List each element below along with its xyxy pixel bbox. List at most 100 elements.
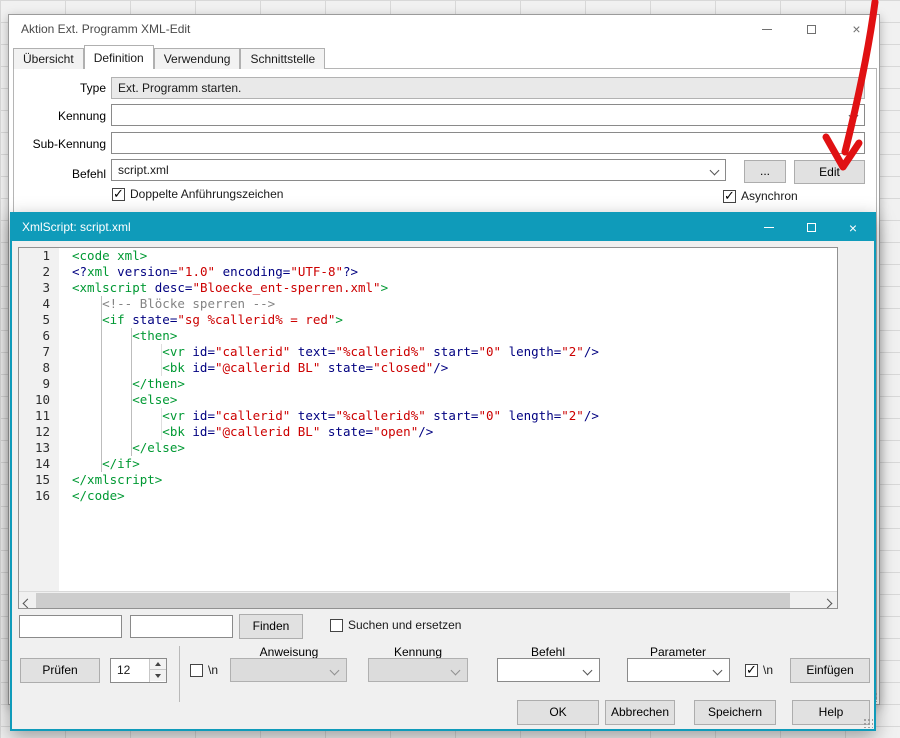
befehl-dropdown[interactable] [497,658,600,682]
line-number: 4 [19,296,59,312]
spinner-down-button[interactable] [150,670,166,681]
help-button[interactable]: Help [792,700,870,725]
line-number: 11 [19,408,59,424]
code-line: 7<vr id="callerid" text="%callerid%" sta… [19,344,837,360]
speichern-button[interactable]: Speichern [694,700,776,725]
chevron-down-icon [583,666,593,676]
indent-guide [72,424,162,440]
close-button[interactable]: × [834,15,879,43]
maximize-button[interactable] [790,214,832,241]
indent-guide [72,456,102,472]
befehl-dropdown-label: Befehl [488,645,608,659]
einfuegen-button[interactable]: Einfügen [790,658,870,683]
code-line: 4<!-- Blöcke sperren --> [19,296,837,312]
ok-button[interactable]: OK [517,700,599,725]
minimize-icon [762,29,772,30]
suchen-und-ersetzen-checkbox[interactable]: Suchen und ersetzen [330,618,461,632]
close-icon: × [852,22,860,36]
spinner-up-button[interactable] [150,659,166,670]
code-line: 13</else> [19,440,837,456]
code-line: 6<then> [19,328,837,344]
line-number: 5 [19,312,59,328]
checkbox-icon [330,619,343,632]
edit-button[interactable]: Edit [794,160,865,184]
tab-schnittstelle[interactable]: Schnittstelle [240,48,325,69]
checkbox-icon [190,664,203,677]
parameter-dropdown-label: Parameter [618,645,738,659]
code-area[interactable]: 1<code xml>2<?xml version="1.0" encoding… [19,248,837,590]
horizontal-scrollbar[interactable] [19,591,837,608]
kennung-combobox[interactable] [111,104,865,126]
code-line: 16</code> [19,488,837,504]
code-line: 8<bk id="@callerid BL" state="closed"/> [19,360,837,376]
line-number: 7 [19,344,59,360]
befehl-combobox[interactable]: script.xml [111,159,726,181]
maximize-button[interactable] [789,15,834,43]
line-number-spinner[interactable]: 12 [110,658,167,683]
indent-guide [72,360,162,376]
newline-right-checkbox[interactable]: \n [745,663,773,677]
scroll-right-icon[interactable] [823,599,833,609]
tab-übersicht[interactable]: Übersicht [13,48,84,69]
close-icon[interactable]: × [832,214,874,241]
xmlscript-editor-window: XmlScript: script.xml × 1<code xml>2<?xm… [10,212,876,731]
separator [179,646,180,702]
line-number: 2 [19,264,59,280]
line-number: 6 [19,328,59,344]
replace-input[interactable] [130,615,233,638]
kennung-dropdown-label: Kennung [358,645,478,659]
browse-button[interactable]: ... [744,160,786,183]
indent-guide [72,344,162,360]
sub-kennung-input[interactable] [111,132,865,154]
line-number: 14 [19,456,59,472]
newline-left-checkbox[interactable]: \n [190,663,218,677]
scrollbar-thumb[interactable] [36,593,790,608]
minimize-button[interactable] [748,214,790,241]
kennung-label: Kennung [19,109,106,123]
parameter-dropdown[interactable] [627,658,730,682]
indent-guide [72,392,132,408]
pruefen-button[interactable]: Prüfen [20,658,100,683]
abbrechen-button[interactable]: Abbrechen [605,700,675,725]
code-line: 1<code xml> [19,248,837,264]
line-number: 10 [19,392,59,408]
asynchron-checkbox[interactable]: Asynchron [723,189,798,203]
tab-strip: ÜbersichtDefinitionVerwendungSchnittstel… [13,45,325,69]
editor-titlebar[interactable]: XmlScript: script.xml × [12,214,874,241]
line-number: 8 [19,360,59,376]
search-input[interactable] [19,615,122,638]
code-line: 11<vr id="callerid" text="%callerid%" st… [19,408,837,424]
chevron-down-icon [710,166,720,176]
anweisung-dropdown[interactable] [230,658,347,682]
indent-guide [72,440,132,456]
tab-definition[interactable]: Definition [84,45,154,69]
minimize-button[interactable] [744,15,789,43]
code-line: 14</if> [19,456,837,472]
finden-button[interactable]: Finden [239,614,303,639]
type-field: Ext. Programm starten. [111,77,865,99]
tab-verwendung[interactable]: Verwendung [154,48,241,69]
code-editor[interactable]: 1<code xml>2<?xml version="1.0" encoding… [18,247,838,609]
indent-guide [72,376,132,392]
code-line: 3<xmlscript desc="Bloecke_ent-sperren.xm… [19,280,837,296]
dialog-titlebar[interactable]: Aktion Ext. Programm XML-Edit × [9,15,879,43]
scroll-left-icon[interactable] [23,599,33,609]
kennung-dropdown[interactable] [368,658,468,682]
code-line: 5<if state="sg %callerid% = red"> [19,312,837,328]
resize-grip-icon[interactable] [863,718,873,728]
anweisung-label: Anweisung [229,645,349,659]
code-line: 10<else> [19,392,837,408]
editor-title: XmlScript: script.xml [22,214,131,241]
type-label: Type [19,81,106,95]
code-line: 9</then> [19,376,837,392]
line-number: 15 [19,472,59,488]
checkbox-icon [723,190,736,203]
line-number: 9 [19,376,59,392]
doppelte-anfuehrungszeichen-label: Doppelte Anführungszeichen [130,187,283,201]
code-line: 12<bk id="@callerid BL" state="open"/> [19,424,837,440]
checkbox-icon [112,188,125,201]
code-line: 15</xmlscript> [19,472,837,488]
minimize-icon [764,227,774,228]
doppelte-anfuehrungszeichen-checkbox[interactable]: Doppelte Anführungszeichen [112,187,283,201]
line-number: 12 [19,424,59,440]
